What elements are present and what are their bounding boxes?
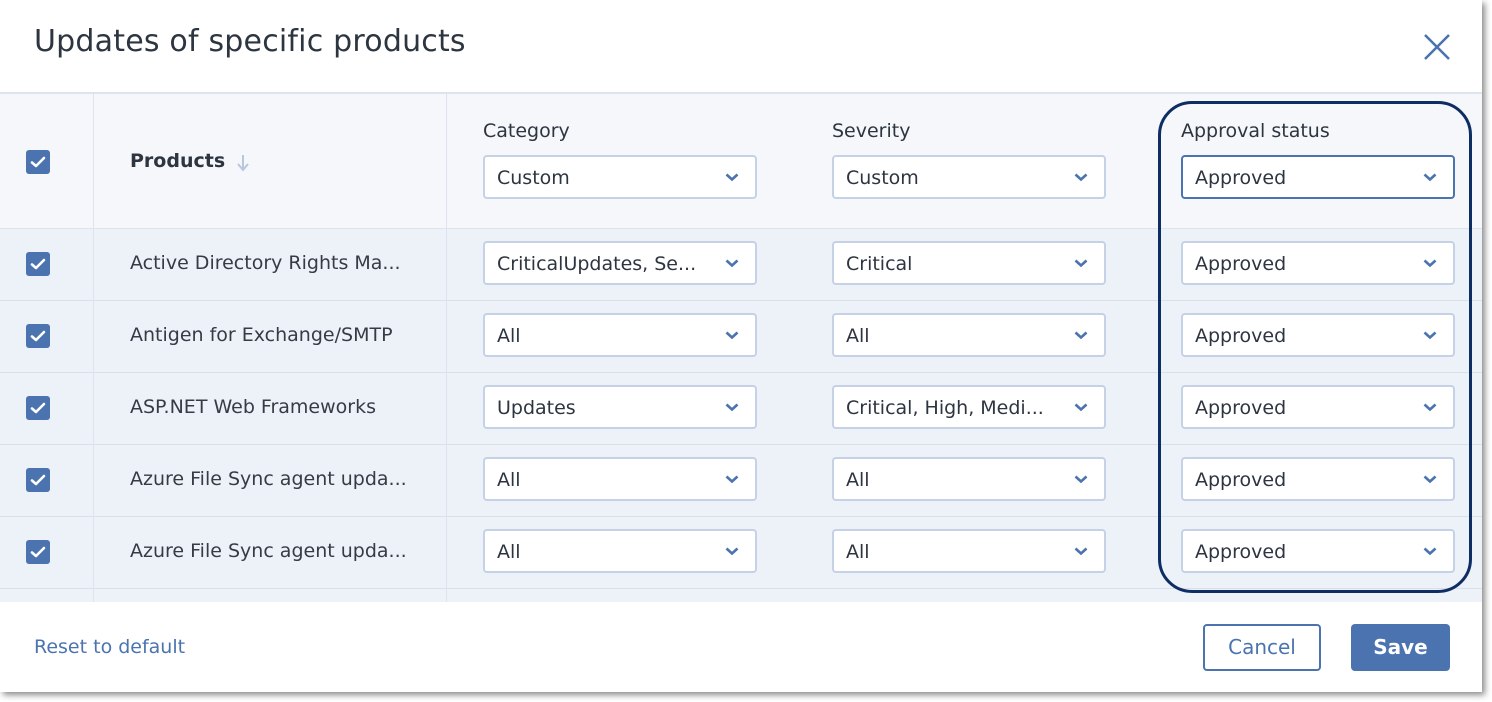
chevron-down-icon xyxy=(1074,403,1088,412)
category-column-header: Category xyxy=(483,120,570,142)
product-name: Azure File Sync agent upda... xyxy=(130,540,407,562)
approval-status-bulk-value: Approved xyxy=(1195,167,1287,189)
products-table: Products Category Custom Severity Custom… xyxy=(0,92,1482,602)
severity-select[interactable]: All xyxy=(832,313,1106,357)
chevron-down-icon xyxy=(1423,259,1437,268)
severity-select[interactable]: All xyxy=(832,457,1106,501)
updates-dialog: Updates of specific products Products Ca… xyxy=(0,0,1482,692)
column-divider xyxy=(446,94,447,602)
table-row: ASP.NET Web Frameworks Updates Critical,… xyxy=(0,373,1482,445)
category-bulk-value: Custom xyxy=(497,167,570,189)
approval-status-select[interactable]: Approved xyxy=(1181,457,1455,501)
column-divider xyxy=(93,94,94,602)
table-row: Antigen for Exchange/SMTP All All Approv… xyxy=(0,301,1482,373)
reset-to-default-link[interactable]: Reset to default xyxy=(34,636,185,658)
approval-status-select[interactable]: Approved xyxy=(1181,313,1455,357)
row-checkbox[interactable] xyxy=(26,396,50,420)
approval-status-select[interactable]: Approved xyxy=(1181,385,1455,429)
chevron-down-icon xyxy=(1074,173,1088,182)
category-value: CriticalUpdates, Se... xyxy=(497,253,697,275)
checkmark-icon xyxy=(30,474,46,486)
category-select[interactable]: All xyxy=(483,313,757,357)
category-select[interactable]: All xyxy=(483,529,757,573)
category-select[interactable]: All xyxy=(483,457,757,501)
table-row-partial xyxy=(0,589,1482,602)
approval-status-select[interactable]: Approved xyxy=(1181,529,1455,573)
approval-status-value: Approved xyxy=(1195,469,1287,491)
chevron-down-icon xyxy=(725,259,739,268)
chevron-down-icon xyxy=(1423,475,1437,484)
approval-status-select[interactable]: Approved xyxy=(1181,241,1455,285)
approval-status-value: Approved xyxy=(1195,541,1287,563)
chevron-down-icon xyxy=(1074,475,1088,484)
severity-select[interactable]: Critical xyxy=(832,241,1106,285)
checkmark-icon xyxy=(30,330,46,342)
arrow-down-icon[interactable] xyxy=(236,154,250,172)
chevron-down-icon xyxy=(725,475,739,484)
category-value: All xyxy=(497,541,521,563)
chevron-down-icon xyxy=(725,331,739,340)
save-button[interactable]: Save xyxy=(1351,624,1450,671)
severity-bulk-value: Custom xyxy=(846,167,919,189)
close-icon xyxy=(1424,34,1450,60)
chevron-down-icon xyxy=(1423,403,1437,412)
severity-bulk-select[interactable]: Custom xyxy=(832,155,1106,199)
approval-status-value: Approved xyxy=(1195,325,1287,347)
products-column-header[interactable]: Products xyxy=(130,150,225,172)
product-name: ASP.NET Web Frameworks xyxy=(130,396,376,418)
table-row: Azure File Sync agent upda... All All Ap… xyxy=(0,445,1482,517)
category-bulk-select[interactable]: Custom xyxy=(483,155,757,199)
chevron-down-icon xyxy=(1074,547,1088,556)
row-checkbox[interactable] xyxy=(26,468,50,492)
category-value: Updates xyxy=(497,397,576,419)
chevron-down-icon xyxy=(1423,331,1437,340)
table-row: Azure File Sync agent upda... All All Ap… xyxy=(0,517,1482,589)
dialog-title: Updates of specific products xyxy=(34,24,466,59)
chevron-down-icon xyxy=(725,173,739,182)
severity-value: All xyxy=(846,541,870,563)
severity-value: Critical xyxy=(846,253,913,275)
severity-value: Critical, High, Medi... xyxy=(846,397,1044,419)
chevron-down-icon xyxy=(1423,173,1437,182)
approval-status-value: Approved xyxy=(1195,253,1287,275)
product-name: Active Directory Rights Ma... xyxy=(130,252,401,274)
approval-status-column-header: Approval status xyxy=(1181,120,1330,142)
checkmark-icon xyxy=(30,156,46,168)
chevron-down-icon xyxy=(1423,547,1437,556)
category-value: All xyxy=(497,325,521,347)
chevron-down-icon xyxy=(725,547,739,556)
approval-status-bulk-select[interactable]: Approved xyxy=(1181,155,1455,199)
row-checkbox[interactable] xyxy=(26,252,50,276)
checkmark-icon xyxy=(30,402,46,414)
severity-value: All xyxy=(846,325,870,347)
product-name: Antigen for Exchange/SMTP xyxy=(130,324,393,346)
checkmark-icon xyxy=(30,546,46,558)
cancel-button[interactable]: Cancel xyxy=(1203,624,1321,671)
category-select[interactable]: CriticalUpdates, Se... xyxy=(483,241,757,285)
chevron-down-icon xyxy=(725,403,739,412)
product-name: Azure File Sync agent upda... xyxy=(130,468,407,490)
severity-value: All xyxy=(846,469,870,491)
category-select[interactable]: Updates xyxy=(483,385,757,429)
severity-column-header: Severity xyxy=(832,120,911,142)
chevron-down-icon xyxy=(1074,331,1088,340)
category-value: All xyxy=(497,469,521,491)
row-checkbox[interactable] xyxy=(26,540,50,564)
table-row: Active Directory Rights Ma... CriticalUp… xyxy=(0,229,1482,301)
approval-status-value: Approved xyxy=(1195,397,1287,419)
select-all-checkbox[interactable] xyxy=(26,150,50,174)
severity-select[interactable]: Critical, High, Medi... xyxy=(832,385,1106,429)
checkmark-icon xyxy=(30,258,46,270)
row-checkbox[interactable] xyxy=(26,324,50,348)
chevron-down-icon xyxy=(1074,259,1088,268)
table-header: Products Category Custom Severity Custom… xyxy=(0,94,1482,229)
close-button[interactable] xyxy=(1420,30,1454,64)
severity-select[interactable]: All xyxy=(832,529,1106,573)
